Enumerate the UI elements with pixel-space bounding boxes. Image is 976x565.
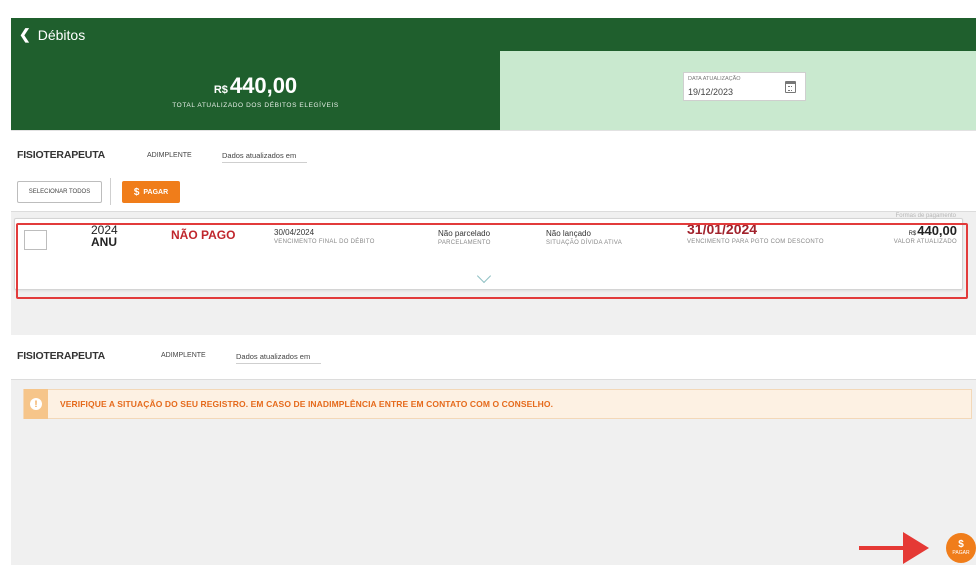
total-panel: R$ 440,00 TOTAL ATUALIZADO DOS DÉBITOS E… (11, 51, 500, 130)
summary-banner: R$ 440,00 TOTAL ATUALIZADO DOS DÉBITOS E… (11, 51, 976, 130)
page: ❮ Débitos R$ 440,00 TOTAL ATUALIZADO DOS… (0, 0, 976, 565)
update-date-field[interactable]: DATA ATUALIZAÇÃO 19/12/2023 (683, 72, 806, 101)
profession-title: FISIOTERAPEUTA (17, 350, 106, 362)
status-badge: ADIMPLENTE (147, 152, 192, 159)
toolbar-divider (110, 178, 111, 205)
updated-label: Dados atualizados em (222, 151, 297, 160)
update-date-label: DATA ATUALIZAÇÃO (688, 76, 741, 82)
back-title[interactable]: Débitos (38, 27, 85, 43)
total-value: 440,00 (229, 72, 298, 98)
updated-label: Dados atualizados em (236, 352, 311, 361)
pay-button-label: PAGAR (143, 188, 169, 196)
updated-underline (222, 162, 307, 163)
dollar-icon: $ (133, 186, 140, 198)
select-all-button[interactable]: SELECIONAR TODOS (17, 181, 102, 203)
top-bar: ❮ Débitos (11, 18, 976, 51)
total-currency: R$ (213, 83, 228, 96)
floating-pay-label: PAGAR (952, 550, 970, 556)
total-amount: R$ 440,00 (214, 73, 297, 99)
pointer-arrow-icon (859, 532, 929, 564)
status-badge: ADIMPLENTE (161, 352, 206, 359)
payment-options-link[interactable]: Formas de pagamento (896, 213, 956, 219)
alert-message: VERIFIQUE A SITUAÇÃO DO SEU REGISTRO. EM… (60, 399, 554, 409)
pay-button[interactable]: $ PAGAR (122, 181, 180, 203)
highlight-box (16, 223, 968, 299)
total-caption: TOTAL ATUALIZADO DOS DÉBITOS ELEGÍVEIS (172, 101, 339, 109)
registration-section-2: FISIOTERAPEUTA ADIMPLENTE Dados atualiza… (11, 335, 976, 380)
calendar-icon[interactable] (785, 81, 796, 93)
updated-underline (236, 363, 321, 364)
floating-pay-button[interactable]: $ PAGAR (946, 533, 976, 563)
date-panel: DATA ATUALIZAÇÃO 19/12/2023 (500, 51, 976, 130)
dollar-icon: $ (958, 539, 964, 550)
profession-title: FISIOTERAPEUTA (17, 149, 106, 161)
warning-icon: ! (24, 389, 48, 419)
update-date-value[interactable]: 19/12/2023 (688, 87, 733, 97)
registration-section-1: FISIOTERAPEUTA ADIMPLENTE Dados atualiza… (11, 130, 976, 212)
registration-alert: ! VERIFIQUE A SITUAÇÃO DO SEU REGISTRO. … (23, 389, 972, 419)
back-chevron-icon[interactable]: ❮ (19, 26, 31, 43)
